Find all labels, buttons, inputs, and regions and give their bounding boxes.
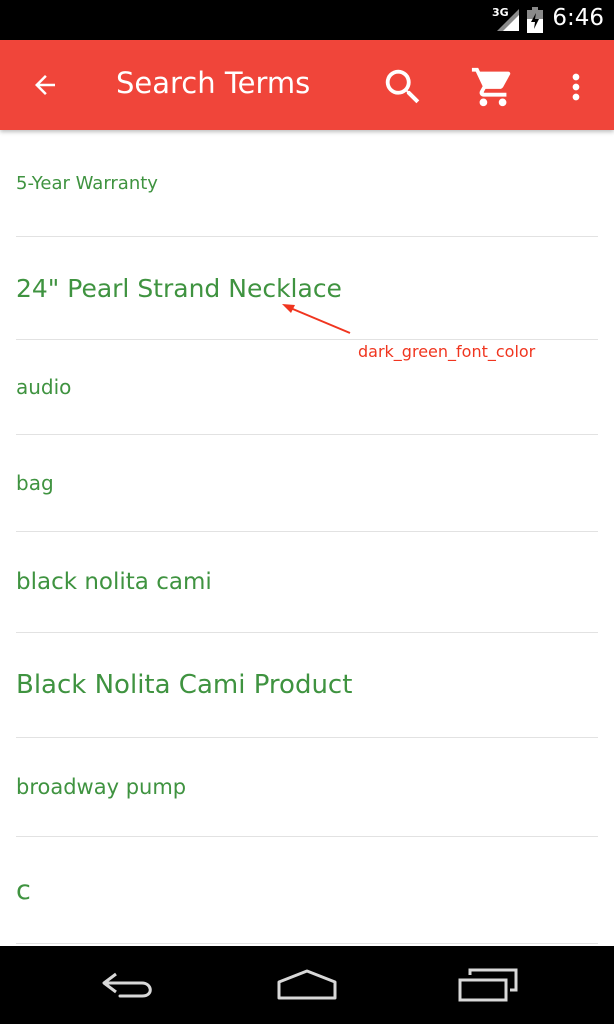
divider (16, 943, 598, 944)
list-item[interactable]: Black Nolita Cami Product (16, 633, 598, 737)
list-item[interactable]: 5-Year Warranty (16, 130, 598, 236)
search-icon (385, 69, 420, 104)
list-item-label: 5-Year Warranty (16, 172, 158, 194)
list-item[interactable]: c (16, 837, 598, 943)
list-item[interactable]: black nolita cami (16, 532, 598, 632)
list-item[interactable]: bag (16, 435, 598, 531)
search-button[interactable] (376, 60, 430, 114)
cart-icon (471, 67, 511, 107)
nav-back-icon[interactable] (96, 968, 160, 1002)
more-options-button[interactable] (556, 60, 596, 114)
list-item-label: audio (16, 375, 72, 399)
cart-button[interactable] (466, 60, 520, 114)
app-bar: Search Terms (0, 40, 614, 130)
back-button[interactable] (20, 60, 70, 110)
list-item-label: Black Nolita Cami Product (16, 670, 353, 700)
nav-recents-icon[interactable] (456, 966, 520, 1004)
search-terms-list: 5-Year Warranty 24" Pearl Strand Necklac… (0, 130, 614, 946)
annotation-arrow (282, 304, 351, 334)
navigation-bar (0, 946, 614, 1024)
status-time: 6:46 (552, 5, 604, 31)
list-item-label: broadway pump (16, 775, 187, 799)
arrow-back-icon (35, 75, 55, 95)
more-vert-icon (572, 73, 580, 101)
page-title: Search Terms (116, 66, 311, 100)
nav-home-icon[interactable] (274, 968, 340, 1002)
battery-icon (527, 7, 543, 33)
list-item-label: bag (16, 471, 54, 495)
status-bar: 3G 6:46 (0, 0, 614, 40)
list-item-label: c (16, 874, 31, 906)
list-item-label: black nolita cami (16, 569, 212, 595)
annotation-label: dark_green_font_color (358, 342, 536, 361)
list-item[interactable]: broadway pump (16, 738, 598, 836)
signal-icon (497, 9, 519, 31)
screen: 3G 6:46 Search Terms 5-Year Warranty 24"… (0, 0, 614, 1024)
